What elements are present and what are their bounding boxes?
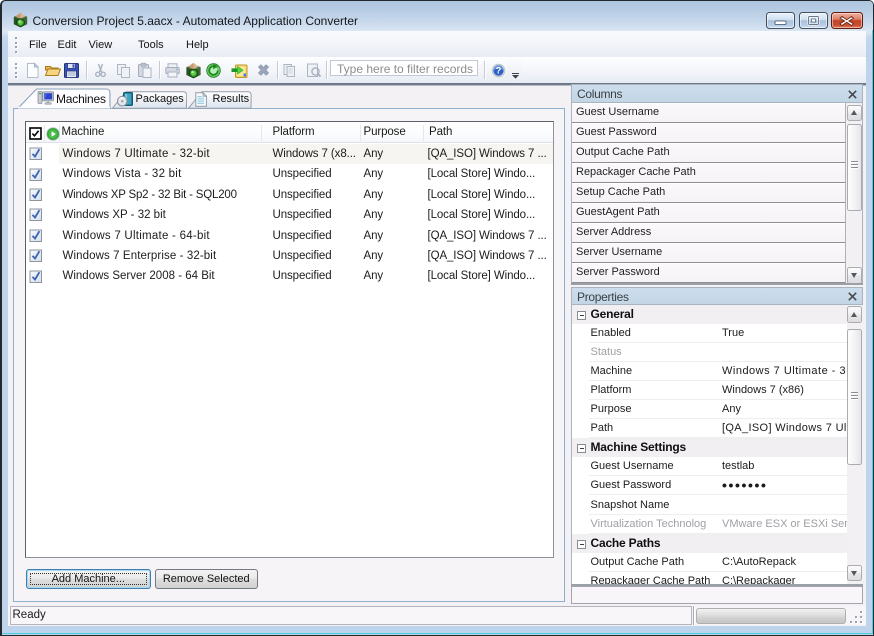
svg-text:?: ?	[495, 65, 501, 75]
